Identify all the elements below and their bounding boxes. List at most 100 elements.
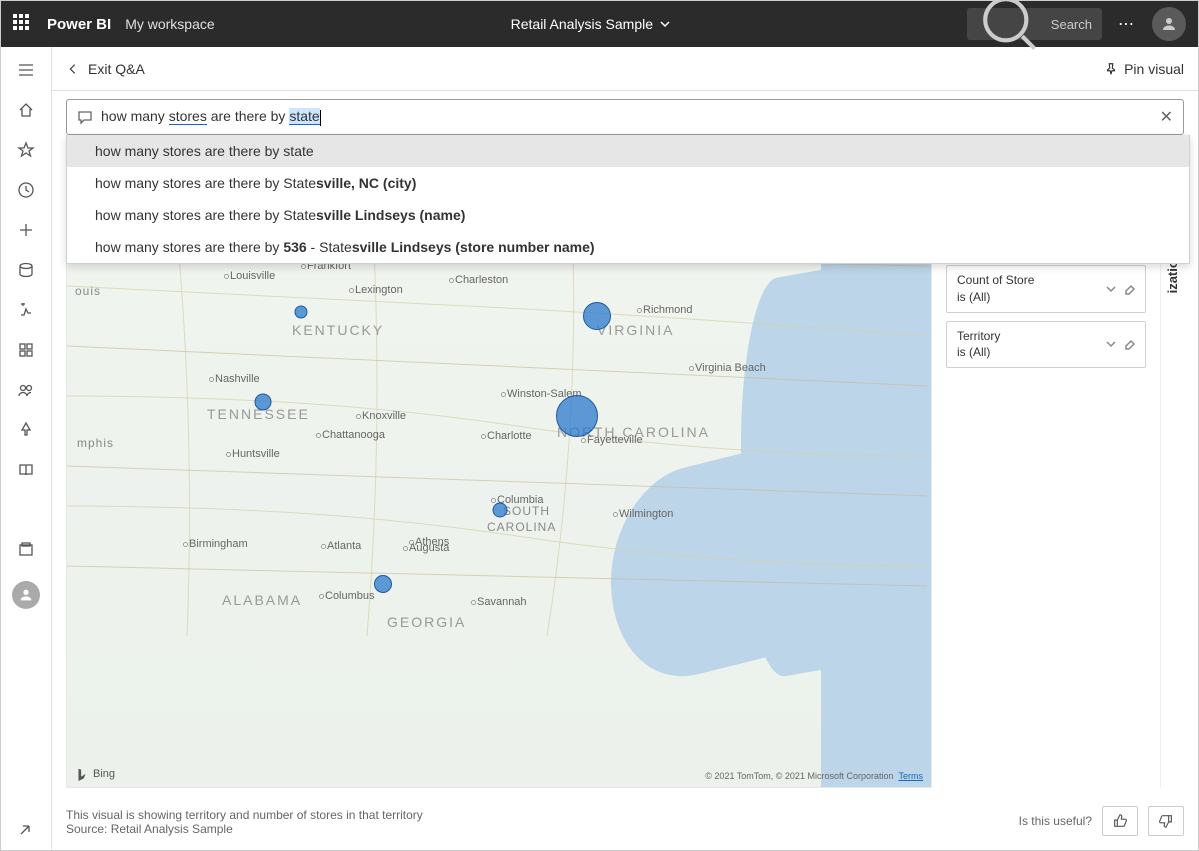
city-dot <box>491 498 496 503</box>
data-bubble[interactable] <box>583 302 611 330</box>
thumbs-up-button[interactable] <box>1102 806 1138 836</box>
chevron-down-icon <box>659 18 671 30</box>
qa-suggestion[interactable]: how many stores are there by 536 - State… <box>67 231 1189 263</box>
city-dot <box>183 542 188 547</box>
city-dot <box>637 308 642 313</box>
footer-description: This visual is showing territory and num… <box>66 808 423 836</box>
state-label: mphis <box>77 436 114 450</box>
city-dot <box>224 274 229 279</box>
city-label: Charleston <box>455 274 508 286</box>
learn-icon[interactable] <box>17 461 35 479</box>
city-label: Virginia Beach <box>695 362 766 374</box>
chevron-left-icon <box>66 62 80 76</box>
chevron-down-icon <box>1105 283 1117 295</box>
recent-icon[interactable] <box>17 181 35 199</box>
filter-card[interactable]: Count of Storeis (All) <box>946 265 1146 313</box>
data-bubble[interactable] <box>374 575 392 593</box>
thumbs-down-button[interactable] <box>1148 806 1184 836</box>
city-dot <box>349 288 354 293</box>
city-label: Birmingham <box>189 538 248 550</box>
apps-icon[interactable] <box>17 341 35 359</box>
pin-visual-button[interactable]: Pin visual <box>1104 61 1184 77</box>
shared-icon[interactable] <box>17 381 35 399</box>
city-dot <box>356 414 361 419</box>
qa-container: how many stores are there by state ✕ how… <box>66 99 1184 135</box>
city-dot <box>613 512 618 517</box>
star-icon[interactable] <box>17 141 35 159</box>
city-dot <box>581 438 586 443</box>
hamburger-icon[interactable] <box>17 61 35 79</box>
city-label: Richmond <box>643 304 693 316</box>
qa-input[interactable]: how many stores are there by state ✕ <box>66 99 1184 135</box>
state-label: GEORGIA <box>387 614 466 630</box>
map-attribution: © 2021 TomTom, © 2021 Microsoft Corporat… <box>705 771 923 781</box>
workspaces-icon[interactable] <box>17 541 35 559</box>
workspace-avatar[interactable] <box>12 581 40 609</box>
user-avatar[interactable] <box>1152 7 1186 41</box>
global-header: Power BI My workspace Retail Analysis Sa… <box>1 1 1198 47</box>
city-dot <box>481 434 486 439</box>
city-dot <box>403 546 408 551</box>
data-bubble[interactable] <box>556 395 598 437</box>
city-dot <box>301 264 306 269</box>
workspace-label[interactable]: My workspace <box>125 16 214 32</box>
state-label: VIRGINIA <box>597 322 674 338</box>
expand-arrow-icon[interactable] <box>17 820 35 838</box>
city-label: Wilmington <box>619 508 673 520</box>
city-label: Atlanta <box>327 540 361 552</box>
city-label: Louisville <box>230 270 275 282</box>
home-icon[interactable] <box>17 101 35 119</box>
qa-suggestions-dropdown: how many stores are there by statehow ma… <box>66 135 1190 264</box>
city-dot <box>226 452 231 457</box>
person-icon <box>1160 15 1178 33</box>
city-dot <box>319 594 324 599</box>
more-options-icon[interactable]: ⋯ <box>1118 14 1136 34</box>
app-launcher-icon[interactable] <box>13 14 33 34</box>
data-bubble[interactable] <box>295 306 308 319</box>
filter-card[interactable]: Territoryis (All) <box>946 321 1146 369</box>
state-label: KENTUCKY <box>292 322 384 338</box>
main-area: Exit Q&A Pin visual how many stores are … <box>1 47 1198 850</box>
data-bubble[interactable] <box>255 394 272 411</box>
report-title[interactable]: Retail Analysis Sample <box>215 16 967 32</box>
report-name: Retail Analysis Sample <box>511 16 653 32</box>
bing-logo: Bing <box>75 767 115 781</box>
data-bubble[interactable] <box>493 503 508 518</box>
city-label: Savannah <box>477 596 527 608</box>
city-label: Augusta <box>409 542 449 554</box>
datasets-icon[interactable] <box>17 261 35 279</box>
city-label: Columbus <box>325 590 375 602</box>
city-label: Huntsville <box>232 448 280 460</box>
terms-link[interactable]: Terms <box>899 771 924 781</box>
eraser-icon <box>1123 338 1135 350</box>
brand-label: Power BI <box>47 16 111 33</box>
goals-icon[interactable] <box>17 301 35 319</box>
pin-icon <box>1104 62 1118 76</box>
state-label: ALABAMA <box>222 592 302 608</box>
command-bar: Exit Q&A Pin visual <box>52 47 1198 91</box>
exit-qa-button[interactable]: Exit Q&A <box>66 61 145 77</box>
city-dot <box>449 278 454 283</box>
search-placeholder: Search <box>1051 17 1092 32</box>
footer: This visual is showing territory and num… <box>52 798 1198 850</box>
clear-icon[interactable]: ✕ <box>1160 107 1173 127</box>
city-dot <box>501 392 506 397</box>
city-dot <box>321 544 326 549</box>
chat-icon <box>77 109 93 125</box>
header-right: Search ⋯ <box>967 7 1186 41</box>
content: Exit Q&A Pin visual how many stores are … <box>52 47 1198 850</box>
global-search[interactable]: Search <box>967 8 1102 40</box>
qa-suggestion[interactable]: how many stores are there by state <box>67 135 1189 167</box>
city-label: Lexington <box>355 284 403 296</box>
deployment-icon[interactable] <box>17 421 35 439</box>
qa-suggestion[interactable]: how many stores are there by Statesville… <box>67 167 1189 199</box>
create-icon[interactable] <box>17 221 35 239</box>
eraser-icon <box>1123 283 1135 295</box>
state-label: CAROLINA <box>487 520 556 534</box>
exit-qa-label: Exit Q&A <box>88 61 145 77</box>
bing-icon <box>75 767 89 781</box>
pin-visual-label: Pin visual <box>1124 61 1184 77</box>
qa-suggestion[interactable]: how many stores are there by Statesville… <box>67 199 1189 231</box>
state-label: SOUTH <box>503 504 550 518</box>
city-dot <box>316 433 321 438</box>
